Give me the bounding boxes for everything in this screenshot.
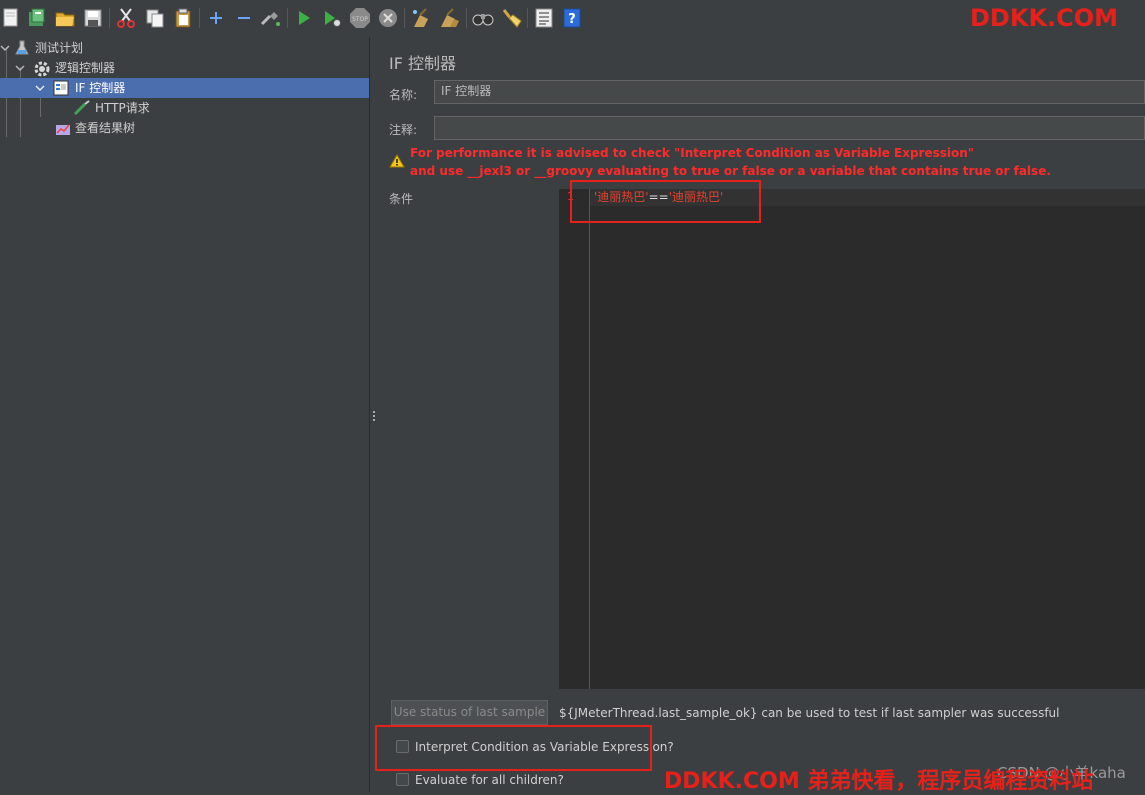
editor-gutter-divider [589,189,590,689]
splitter-handle[interactable] [369,37,379,792]
evaluate-all-children-label[interactable]: Evaluate for all children? [415,773,564,787]
condition-label: 条件 [389,192,414,206]
toolbar-separator [466,8,467,28]
svg-text:?: ? [568,12,576,27]
toolbar-separator [109,8,110,28]
pipette-icon [73,100,90,116]
expand-toggle[interactable] [0,38,10,58]
if-controller-icon [53,80,69,96]
name-field[interactable]: IF 控制器 [434,80,1145,104]
test-plan-icon [14,40,30,56]
expand-icon[interactable] [205,7,227,29]
open-icon[interactable] [54,7,76,29]
watermark-top: DDKK.COM [970,4,1119,32]
start-no-pause-icon[interactable] [321,7,343,29]
tree-item-test-plan[interactable]: 测试计划 [35,38,83,58]
gear-icon [33,60,50,77]
use-status-button[interactable]: Use status of last sample [391,700,548,725]
templates-icon[interactable] [26,7,48,29]
warning-text-line2: and use __jexl3 or __groovy evaluating t… [410,164,1051,178]
condition-editor[interactable]: 1 '迪丽热巴'=='迪丽热巴' [559,189,1145,689]
new-icon[interactable] [0,7,22,29]
function-helper-icon[interactable] [533,7,555,29]
tree-item-http-request[interactable]: HTTP请求 [95,98,150,118]
toolbar-separator [404,8,405,28]
warning-icon [389,154,405,168]
result-tree-icon [55,120,71,136]
toolbar-separator [287,8,288,28]
start-icon[interactable] [293,7,315,29]
help-icon[interactable]: ? [561,7,583,29]
tree-item-if-controller[interactable]: IF 控制器 [75,78,125,98]
watermark-bottom: DDKK.COM 弟弟快看，程序员编程资料站 [664,769,1094,794]
grip-dot [373,411,375,413]
toolbar-separator [527,8,528,28]
cut-icon[interactable] [115,7,137,29]
tree-item-logic-controller[interactable]: 逻辑控制器 [55,58,115,78]
reset-search-icon[interactable] [500,7,522,29]
collapse-icon[interactable] [233,7,255,29]
grip-dot [373,419,375,421]
name-label: 名称: [389,88,418,102]
comment-field[interactable] [434,116,1145,140]
toolbar-separator [199,8,200,28]
shutdown-icon[interactable] [377,7,399,29]
if-controller-panel: IF 控制器 名称: IF 控制器 注释: For performance it… [379,37,1145,792]
save-icon[interactable] [82,7,104,29]
evaluate-all-children-checkbox[interactable] [396,773,409,786]
tree-item-view-results-tree[interactable]: 查看结果树 [75,118,135,138]
copy-icon[interactable] [144,7,166,29]
last-sample-hint: ${JMeterThread.last_sample_ok} can be us… [559,706,1060,720]
annotation-box-checkbox [375,725,652,771]
clear-icon[interactable] [410,7,432,29]
grip-dot [373,415,375,417]
search-icon[interactable] [472,7,494,29]
expand-toggle[interactable] [35,78,45,98]
expand-toggle[interactable] [15,58,25,78]
tree-panel: 测试计划 逻辑控制器 IF 控制器 HTTP请求 查看结果树 [0,37,369,792]
page-title: IF 控制器 [389,54,457,73]
comment-label: 注释: [389,123,418,137]
stop-icon[interactable]: STOP [349,7,371,29]
warning-text-line1: For performance it is advised to check "… [410,146,975,160]
paste-icon[interactable] [172,7,194,29]
annotation-box-condition [570,180,761,223]
clear-all-icon[interactable] [438,7,460,29]
svg-text:STOP: STOP [352,16,368,23]
toggle-icon[interactable] [260,7,282,29]
